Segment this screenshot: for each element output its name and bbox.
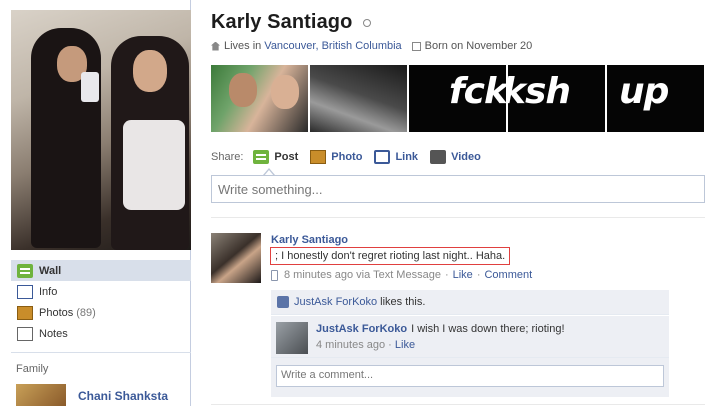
photo-thumb[interactable]: fck (409, 65, 506, 132)
like-link[interactable]: Like (453, 269, 473, 281)
post-meta: 8 minutes ago via Text Message · Like · … (271, 269, 532, 281)
share-link-button[interactable]: Link (374, 150, 418, 164)
nav-item-info[interactable]: Info (11, 281, 191, 302)
photo-overlay-text: ksh (508, 71, 571, 112)
commenter-avatar[interactable] (276, 322, 308, 354)
share-video-button[interactable]: Video (430, 150, 481, 164)
family-member-name[interactable]: Chani Shanksta (78, 389, 168, 403)
comment-like-link[interactable]: Like (395, 339, 415, 351)
liker-name[interactable]: JustAsk ForKoko (294, 296, 377, 308)
profile-nav: Wall Info Photos (89) Notes (11, 260, 191, 344)
profile-meta: Lives in Vancouver, British Columbia Bor… (211, 40, 532, 52)
nav-item-notes[interactable]: Notes (11, 323, 191, 344)
share-label: Share: (211, 151, 244, 163)
thumbs-up-icon (277, 296, 289, 308)
photos-count: (89) (76, 306, 96, 319)
family-heading: Family (16, 363, 49, 375)
photo-strip: fck ksh up (211, 65, 705, 132)
comment-body: JustAsk ForKoko I wish I was down there; … (316, 323, 565, 335)
likes-row: JustAsk ForKoko likes this. (271, 290, 669, 315)
post-timestamp: 8 minutes ago via Text Message (284, 269, 441, 281)
link-icon (374, 150, 391, 164)
divider (211, 217, 705, 218)
post-author-avatar[interactable] (211, 233, 261, 283)
comment-input[interactable]: Write a comment... (276, 365, 664, 387)
notes-icon (17, 326, 33, 341)
nav-item-label: Notes (39, 327, 68, 340)
photo-thumb[interactable] (211, 65, 308, 132)
comment-timestamp: 4 minutes ago (316, 339, 386, 351)
location-link[interactable]: Vancouver, British Columbia (264, 40, 401, 52)
share-option-label: Photo (331, 151, 363, 163)
write-comment-row: Write a comment... (271, 357, 669, 397)
house-icon (211, 41, 220, 51)
left-column: Wall Info Photos (89) Notes Family Chani… (0, 0, 191, 406)
online-status-icon (363, 19, 371, 27)
nav-item-label: Photos (39, 306, 74, 319)
share-photo-button[interactable]: Photo (310, 150, 362, 164)
nav-item-photos[interactable]: Photos (89) (11, 302, 191, 323)
post-message: ; I honestly don't regret rioting last n… (270, 247, 511, 265)
comment-meta: 4 minutes ago · Like (316, 339, 416, 351)
nav-item-label: Info (39, 285, 58, 298)
info-icon (17, 284, 33, 299)
family-member-avatar[interactable] (16, 384, 66, 406)
share-pointer (263, 168, 275, 176)
comment-link[interactable]: Comment (484, 269, 532, 281)
lives-in-label: Lives in (224, 40, 262, 52)
photo-overlay-text: fck (449, 71, 506, 112)
birthday-text: Born on November 20 (424, 40, 533, 52)
post-author-name[interactable]: Karly Santiago (271, 234, 348, 246)
share-option-label: Post (274, 151, 299, 163)
nav-item-wall[interactable]: Wall (11, 260, 191, 281)
photo-overlay-text: up (619, 71, 669, 112)
wall-icon (17, 263, 33, 278)
profile-name: Karly Santiago (211, 11, 353, 33)
comment-text: I wish I was down there; rioting! (411, 323, 565, 335)
photo-icon (310, 150, 327, 164)
photo-thumb[interactable]: ksh (508, 65, 605, 132)
calendar-icon (411, 41, 421, 51)
commenter-name[interactable]: JustAsk ForKoko (316, 323, 407, 335)
divider (11, 352, 191, 353)
nav-item-label: Wall (39, 264, 62, 277)
video-icon (430, 150, 447, 164)
photo-thumb[interactable] (310, 65, 407, 132)
photo-thumb[interactable]: up (607, 65, 704, 132)
mobile-phone-icon (271, 269, 278, 281)
status-input[interactable]: Write something... (211, 175, 705, 203)
comments-panel: JustAsk ForKoko likes this. JustAsk ForK… (271, 290, 669, 397)
comment-item: JustAsk ForKoko I wish I was down there; … (271, 315, 669, 357)
share-option-label: Video (451, 151, 481, 163)
post-icon (253, 150, 270, 164)
share-option-label: Link (395, 151, 419, 163)
likes-suffix: likes this. (380, 296, 426, 308)
divider (211, 404, 705, 405)
photos-icon (17, 305, 33, 320)
share-post-button[interactable]: Post (253, 150, 298, 164)
profile-picture[interactable] (11, 10, 191, 250)
share-bar: Share: Post Photo Link Video (211, 150, 493, 164)
